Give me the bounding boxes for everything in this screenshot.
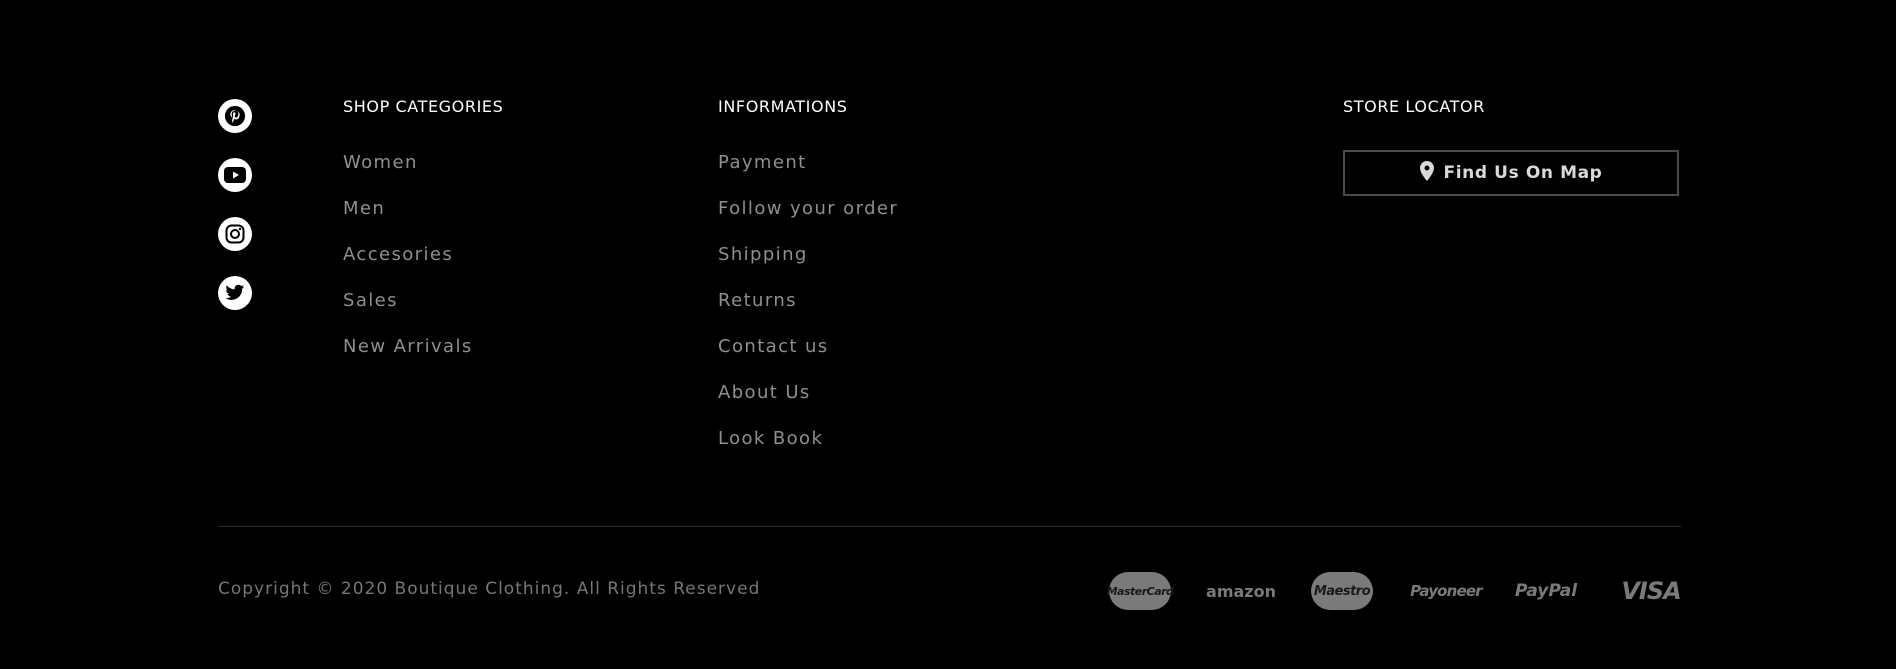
store-locator-title: STORE LOCATOR bbox=[1343, 97, 1485, 116]
shop-link-new-arrivals[interactable]: New Arrivals bbox=[343, 335, 503, 381]
shop-link-sales[interactable]: Sales bbox=[343, 289, 503, 335]
amazon-icon: amazon bbox=[1206, 581, 1276, 601]
payment-methods: MasterCard amazon Maestro Payoneer PayPa… bbox=[1107, 571, 1682, 611]
info-link-about[interactable]: About Us bbox=[718, 381, 898, 427]
find-us-on-map-button[interactable]: Find Us On Map bbox=[1343, 150, 1679, 196]
payoneer-icon: Payoneer bbox=[1410, 582, 1483, 600]
info-link-shipping[interactable]: Shipping bbox=[718, 243, 898, 289]
instagram-icon[interactable] bbox=[218, 217, 252, 251]
info-link-follow-order[interactable]: Follow your order bbox=[718, 197, 898, 243]
info-link-contact[interactable]: Contact us bbox=[718, 335, 898, 381]
info-link-payment[interactable]: Payment bbox=[718, 151, 898, 197]
informations-list: Payment Follow your order Shipping Retur… bbox=[718, 151, 898, 473]
shop-categories-title: SHOP CATEGORIES bbox=[343, 97, 504, 116]
find-us-on-map-label: Find Us On Map bbox=[1443, 163, 1603, 183]
shop-link-men[interactable]: Men bbox=[343, 197, 503, 243]
maestro-icon: Maestro bbox=[1311, 572, 1373, 610]
paypal-icon: PayPal bbox=[1514, 581, 1578, 601]
map-pin-icon bbox=[1419, 160, 1434, 186]
shop-link-accesories[interactable]: Accesories bbox=[343, 243, 503, 289]
mastercard-icon: MasterCard bbox=[1107, 572, 1174, 610]
pinterest-icon[interactable] bbox=[218, 99, 252, 133]
informations-title: INFORMATIONS bbox=[718, 97, 848, 116]
shop-categories-list: Women Men Accesories Sales New Arrivals bbox=[343, 151, 503, 381]
twitter-icon[interactable] bbox=[218, 276, 252, 310]
store-locator-column: STORE LOCATOR Find Us On Map bbox=[1343, 96, 1679, 196]
youtube-icon[interactable] bbox=[218, 158, 252, 192]
info-link-look-book[interactable]: Look Book bbox=[718, 427, 898, 473]
informations-column: INFORMATIONS Payment Follow your order S… bbox=[718, 96, 898, 473]
shop-link-women[interactable]: Women bbox=[343, 151, 503, 197]
footer-divider bbox=[218, 526, 1681, 527]
visa-icon: VISA bbox=[1621, 577, 1681, 605]
shop-categories-column: SHOP CATEGORIES Women Men Accesories Sal… bbox=[343, 96, 503, 381]
social-links bbox=[218, 99, 252, 335]
copyright-text: Copyright © 2020 Boutique Clothing. All … bbox=[218, 579, 761, 599]
info-link-returns[interactable]: Returns bbox=[718, 289, 898, 335]
